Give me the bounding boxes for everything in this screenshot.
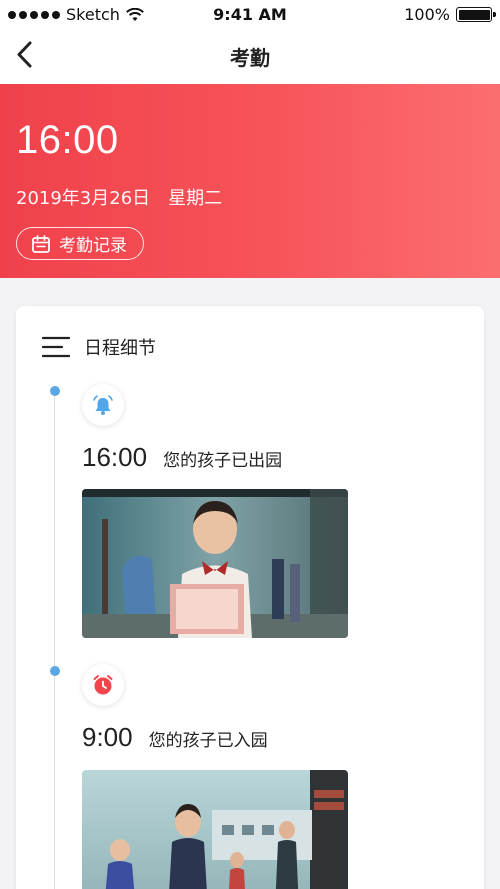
event-item: 16:00 您的孩子已出园 [82,442,282,473]
list-icon [42,336,70,358]
battery-icon [456,7,496,22]
schedule-title: 日程细节 [84,338,156,359]
navigation-bar: 考勤 [0,28,500,84]
event-item: 9:00 您的孩子已入园 [82,722,268,753]
battery-percentage: 100% [404,5,450,24]
timeline-line [54,392,55,889]
event-description: 您的孩子已出园 [163,451,283,471]
page-title: 考勤 [230,46,270,70]
timeline-dot [50,386,60,396]
status-right: 100% [404,5,496,24]
status-bar: Sketch 9:41 AM 100% [0,0,500,28]
alarm-clock-icon [93,675,113,695]
attendance-record-label: 考勤记录 [59,236,127,256]
event-photo[interactable] [82,489,348,638]
date-text: 2019年3月26日 [16,188,151,209]
event-description: 您的孩子已入园 [148,731,268,751]
schedule-card: 日程细节 16:00 您的孩子已出园 9:00 您的孩子已入园 [16,306,484,889]
timeline-dot [50,666,60,676]
current-time: 16:00 [16,118,119,162]
attendance-header: 16:00 2019年3月26日 星期二 考勤记录 [0,84,500,278]
child-arrival-photo [82,770,348,889]
timeline-icon-badge [82,664,124,706]
calendar-icon [32,234,50,253]
child-departure-photo [82,489,348,638]
timeline-icon-badge [82,384,124,426]
event-time: 9:00 [82,722,133,752]
attendance-record-button[interactable]: 考勤记录 [16,227,144,260]
bell-icon [93,395,113,415]
event-photo[interactable] [82,770,348,889]
weekday-text: 星期二 [168,188,223,209]
current-date: 2019年3月26日 星期二 [16,184,222,210]
event-time: 16:00 [82,442,148,472]
schedule-header: 日程细节 [42,334,156,360]
